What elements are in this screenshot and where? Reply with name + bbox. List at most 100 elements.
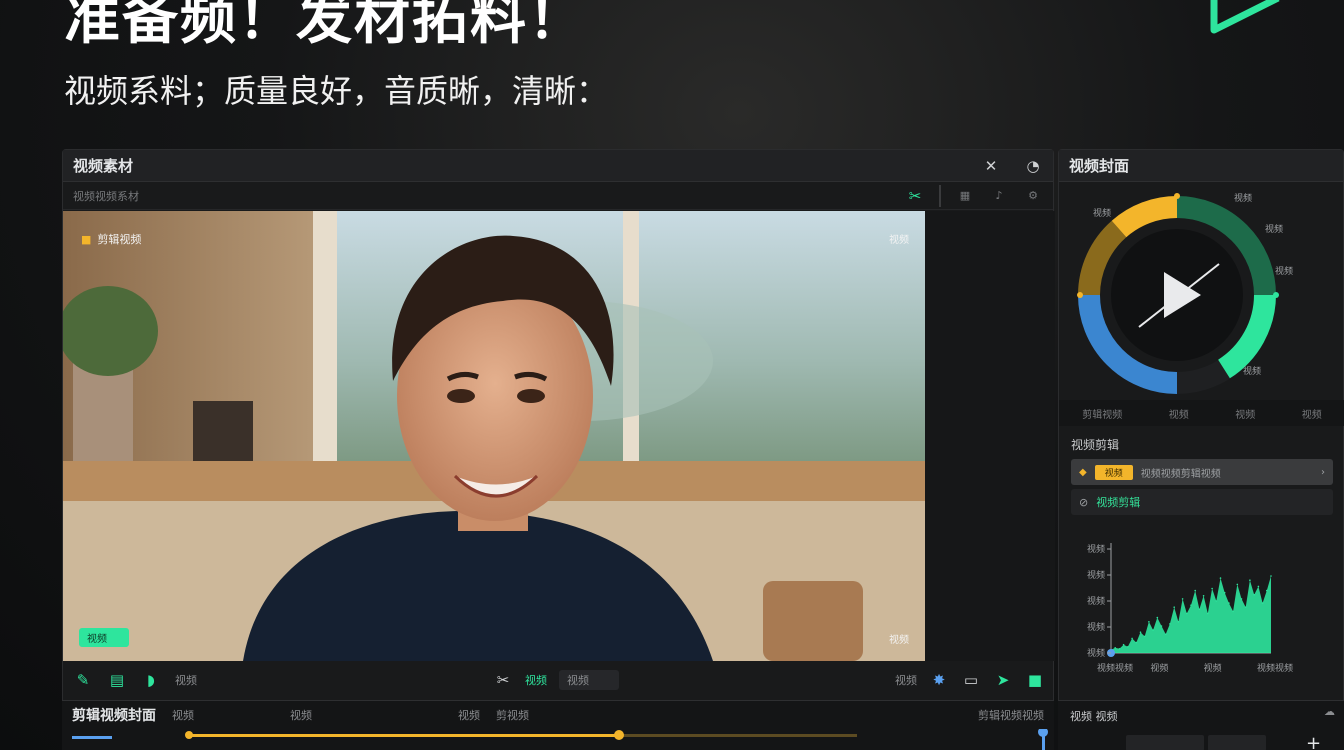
grid-icon[interactable]: ▦ [955, 186, 975, 206]
donut-label: 视频 [1275, 265, 1293, 277]
cover-donut[interactable]: 视频 视频 视频 视频 视频 [1059, 184, 1344, 400]
stats-chart: 视频视频视频视频视频视频视频 视频 视频 视频视频 [1087, 543, 1293, 674]
preview-info: 视频 [889, 235, 909, 246]
timeline-scrubber[interactable] [62, 727, 1054, 750]
timeline-title: 剪辑视频封面 [72, 708, 156, 724]
cut-icon[interactable]: ✂ [905, 186, 925, 206]
mode-button[interactable]: 视频 [525, 672, 547, 688]
trim-icon[interactable]: ✂ [493, 670, 513, 690]
data-point [1160, 625, 1163, 627]
data-point [1270, 575, 1272, 577]
data-point [1118, 648, 1121, 650]
data-point [1261, 602, 1264, 604]
data-point [1152, 629, 1154, 631]
settings-icon[interactable]: ⚙ [1023, 186, 1043, 206]
video-preview[interactable]: ■ 剪辑视频 视频 视频 视频 [63, 211, 925, 661]
donut-label: 视频 [1243, 365, 1261, 377]
cover-tab[interactable]: 视频 [1169, 406, 1189, 421]
option-badge: 视频 [1094, 464, 1133, 480]
editor-sub-label: 视频视频系材 [73, 189, 139, 203]
timeline-item[interactable]: 视频 [290, 707, 312, 723]
cover-title: 视频封面 [1069, 157, 1130, 175]
data-point [1211, 587, 1213, 590]
data-point [1131, 637, 1133, 640]
screen-icon[interactable]: ▭ [961, 670, 981, 690]
timeline-item[interactable]: 剪视频 [496, 707, 529, 723]
y-tick-label: 视频 [1087, 543, 1105, 555]
data-point [1190, 604, 1192, 606]
x-tick-label: 视频视频 [1097, 662, 1133, 674]
comment-icon[interactable]: ◔ [1023, 156, 1043, 176]
donut-label: 视频 [1093, 207, 1111, 219]
footer-label: 视频 [175, 674, 197, 687]
data-point [1198, 608, 1201, 611]
timeline-item[interactable]: 视频 [458, 707, 480, 723]
subheadline: 视频系料；质量良好，音质晰，清晰： [64, 72, 609, 110]
option-text: 视频剪辑 [1096, 496, 1141, 509]
flame-icon: ◆ [1079, 466, 1087, 478]
y-tick-label: 视频 [1087, 595, 1105, 607]
data-point [1156, 616, 1159, 619]
input-field[interactable] [1208, 735, 1266, 750]
data-point [1164, 633, 1167, 636]
data-point [1244, 606, 1247, 608]
data-point [1181, 598, 1184, 600]
preview-duration: 视频 [889, 635, 909, 646]
data-point [1139, 631, 1142, 633]
toolbar-divider [939, 184, 941, 207]
input-field[interactable] [1126, 735, 1204, 750]
close-icon[interactable]: ✕ [981, 156, 1001, 176]
option-row-selected[interactable]: ◆ 视频 视频视频剪辑视频 › [1071, 459, 1333, 485]
timecode-field[interactable]: 视频 [559, 670, 619, 690]
clip-label: ■ 剪辑视频 [81, 232, 142, 247]
data-point [1228, 602, 1230, 604]
data-point [1236, 583, 1239, 586]
cover-tab[interactable]: 剪辑视频 [1082, 406, 1122, 421]
x-tick-label: 视频视频 [1257, 662, 1293, 674]
option-row[interactable]: ⊘ 视频剪辑 [1071, 489, 1333, 515]
link-icon: ⊘ [1079, 495, 1089, 509]
timeline-right-label: 剪辑视频视频 [978, 709, 1044, 722]
folder-icon: ■ [81, 232, 92, 246]
chevron-right-icon: › [1321, 466, 1325, 478]
preview-chip[interactable]: 视频 [79, 628, 129, 647]
export-icon[interactable]: ■ [1025, 670, 1045, 690]
data-point [1253, 594, 1255, 596]
data-point [1143, 635, 1146, 638]
preview-sidebar [925, 211, 1055, 661]
timeline-header: 剪辑视频封面 视频 视频 视频 剪视频 剪辑视频视频 [62, 701, 1054, 729]
video-frame [63, 211, 925, 661]
add-icon[interactable]: + [1306, 733, 1321, 750]
data-point [1215, 600, 1218, 602]
share-icon[interactable]: ➤ [993, 670, 1013, 690]
data-point [1223, 591, 1226, 594]
frame-icon[interactable]: ▤ [107, 670, 127, 690]
section-label: 视频剪辑 [1071, 438, 1120, 452]
data-point [1240, 598, 1243, 600]
data-point [1169, 623, 1171, 625]
editor-toolbar: 视频视频系材 ✂ ▦ ♪ ⚙ [63, 182, 1053, 210]
cover-footer: 视频 视频 ☁ + [1058, 700, 1344, 750]
data-point [1207, 612, 1209, 615]
cloud-icon[interactable]: ☁ [1324, 705, 1335, 718]
data-point [1249, 579, 1251, 581]
footer-right-label: 视频 [895, 674, 917, 687]
cover-tab[interactable]: 视频 [1235, 406, 1255, 421]
data-point [1122, 643, 1125, 646]
y-tick-label: 视频 [1087, 569, 1105, 581]
cover-tab[interactable]: 视频 [1302, 406, 1322, 421]
data-point [1202, 595, 1205, 597]
data-point [1219, 577, 1222, 579]
screen: 准备频！发材拓料！ 视频系料；质量良好，音质晰，清晰： 视频素材 ✕ ◔ 视频视… [0, 0, 1344, 750]
editor-header: 视频素材 ✕ ◔ [63, 150, 1053, 182]
edit-icon[interactable]: ✎ [73, 670, 93, 690]
effects-icon[interactable]: ✸ [929, 670, 949, 690]
cover-tabs: 剪辑视频 视频 视频 视频 [1059, 400, 1344, 426]
y-tick-label: 视频 [1087, 647, 1105, 659]
crop-icon[interactable]: ◗ [141, 670, 161, 690]
timeline-item[interactable]: 视频 [172, 707, 194, 723]
data-point [1266, 589, 1268, 592]
sound-icon[interactable]: ♪ [989, 186, 1009, 206]
donut-label: 视频 [1234, 192, 1252, 204]
option-text: 视频视频剪辑视频 [1140, 468, 1221, 480]
